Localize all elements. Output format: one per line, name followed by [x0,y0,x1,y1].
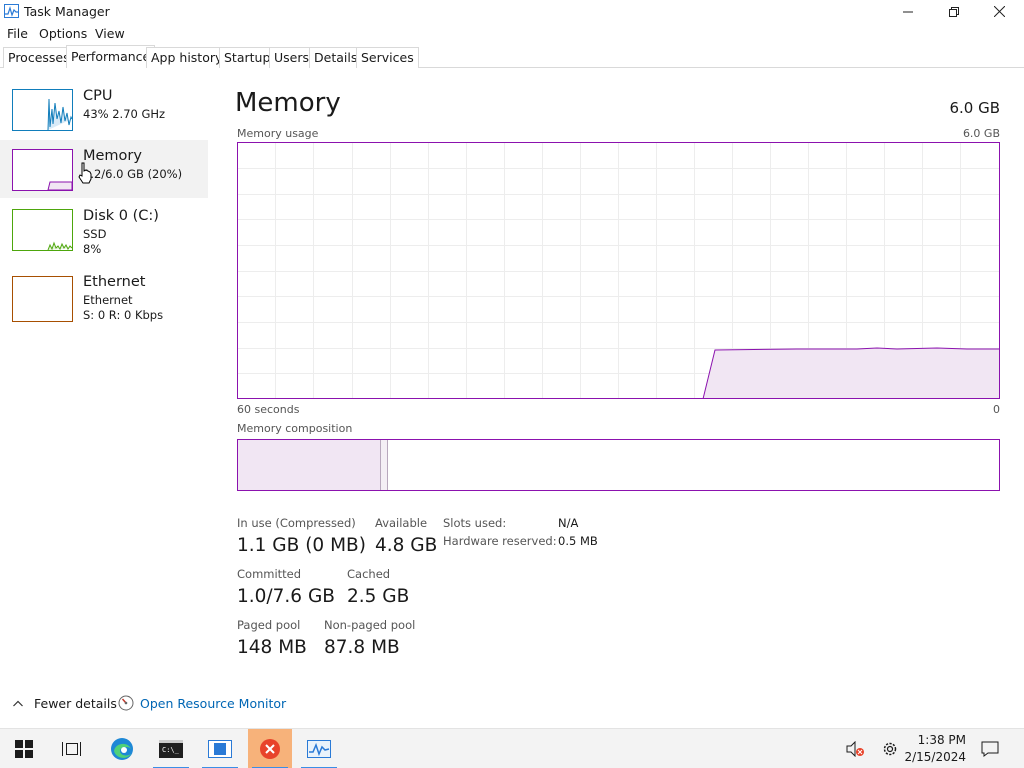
taskbar: C:\_ 1:38 PM 2/15/2024 [0,728,1024,768]
memory-usage-graph [237,142,1000,399]
tab-details[interactable]: Details [309,47,363,68]
ethernet-thumbnail-graph [12,276,73,322]
sidebar-item-detail-2: 8% [83,242,102,256]
non-paged-pool-label: Non-paged pool [324,618,416,632]
available-label: Available [375,516,428,530]
tab-bar: Processes Performance App history Startu… [0,45,1024,68]
sidebar-item-title: CPU [83,88,113,104]
sidebar-item-ethernet[interactable]: Ethernet Ethernet S: 0 R: 0 Kbps [0,266,208,324]
minimize-button[interactable] [885,0,931,23]
composition-modified-segment [381,440,388,490]
tab-services[interactable]: Services [356,47,419,68]
fewer-details-label: Fewer details [34,696,117,711]
tab-app-history[interactable]: App history [146,47,228,68]
file-explorer-button[interactable] [198,729,242,768]
committed-value: 1.0/7.6 GB [237,586,335,607]
task-view-button[interactable] [49,729,93,768]
notification-icon [981,741,999,757]
cached-value: 2.5 GB [347,586,410,607]
settings-gear-icon [883,742,897,756]
task-view-icon [62,742,81,756]
graph-time-end: 0 [993,403,1000,416]
volume-button[interactable] [840,729,870,768]
cpu-thumbnail-graph [12,89,73,131]
menu-view[interactable]: View [95,26,125,41]
memory-usage-label: Memory usage [237,127,319,140]
sidebar-item-disk[interactable]: Disk 0 (C:) SSD 8% [0,200,208,258]
in-use-value: 1.1 GB (0 MB) [237,535,366,556]
notification-button[interactable] [970,729,1010,768]
sidebar-item-title: Disk 0 (C:) [83,208,159,224]
memory-composition-bar [237,439,1000,491]
sidebar-item-detail: SSD [83,227,107,241]
svg-text:C:\_: C:\_ [162,746,180,754]
hardware-reserved-value: 0.5 MB [558,534,598,548]
disk-thumbnail-graph [12,209,73,251]
sidebar-item-cpu[interactable]: CPU 43% 2.70 GHz [0,80,208,138]
sidebar-item-detail: 43% 2.70 GHz [83,107,166,121]
window-title: Task Manager [24,4,110,19]
committed-label: Committed [237,567,302,581]
slots-used-value: N/A [558,516,579,530]
edge-browser-icon [111,738,133,760]
open-resource-monitor-label: Open Resource Monitor [140,696,287,711]
close-app-button[interactable] [248,729,292,768]
taskbar-clock-time[interactable]: 1:38 PM [918,733,966,747]
sidebar-item-detail-2: S: 0 R: 0 Kbps [83,308,164,322]
sidebar-item-title: Ethernet [83,274,146,290]
restore-icon [949,6,959,17]
close-icon [993,6,1005,17]
menu-file[interactable]: File [7,26,28,41]
close-button[interactable] [976,0,1022,23]
memory-usage-max: 6.0 GB [962,127,1000,140]
menu-options[interactable]: Options [39,26,87,41]
paged-pool-label: Paged pool [237,618,301,632]
hand-cursor-icon [78,162,92,184]
resource-monitor-icon [118,695,134,711]
task-manager-icon [307,740,331,758]
composition-in-use-segment [238,440,381,490]
non-paged-pool-value: 87.8 MB [324,637,400,658]
paged-pool-value: 148 MB [237,637,307,658]
memory-thumbnail-graph [12,149,73,191]
memory-composition-label: Memory composition [237,422,353,435]
hardware-reserved-label: Hardware reserved: [443,534,557,548]
chevron-up-icon [13,700,23,707]
cached-label: Cached [347,567,391,581]
tab-processes[interactable]: Processes [3,47,75,68]
edge-button[interactable] [100,729,144,768]
slots-used-label: Slots used: [443,516,507,530]
task-manager-app-icon [4,4,19,18]
maximize-button[interactable] [931,0,977,23]
tab-users[interactable]: Users [269,47,315,68]
available-value: 4.8 GB [375,535,438,556]
tab-startup[interactable]: Startup [219,47,276,68]
speaker-muted-icon [846,741,864,757]
close-app-icon [260,739,280,759]
title-bar: Task Manager [0,0,1024,23]
menu-bar: File Options View [0,23,1024,43]
settings-button[interactable] [874,729,906,768]
start-button[interactable] [2,729,46,768]
terminal-button[interactable]: C:\_ [149,729,193,768]
in-use-label: In use (Compressed) [237,516,356,530]
sidebar-item-detail: 1.2/6.0 GB (20%) [83,167,183,181]
sidebar-item-memory[interactable]: Memory 1.2/6.0 GB (20%) [0,140,208,198]
tab-performance[interactable]: Performance [66,45,156,68]
graph-time-start: 60 seconds [237,403,300,416]
page-title: Memory [235,88,341,118]
total-memory: 6.0 GB [949,99,1000,117]
task-manager-button[interactable] [297,729,341,768]
sidebar-item-detail: Ethernet [83,293,133,307]
windows-start-icon [15,740,33,758]
taskbar-clock-date[interactable]: 2/15/2024 [904,750,966,764]
minimize-icon [903,11,913,12]
terminal-icon: C:\_ [159,740,183,758]
file-explorer-icon [208,740,232,758]
